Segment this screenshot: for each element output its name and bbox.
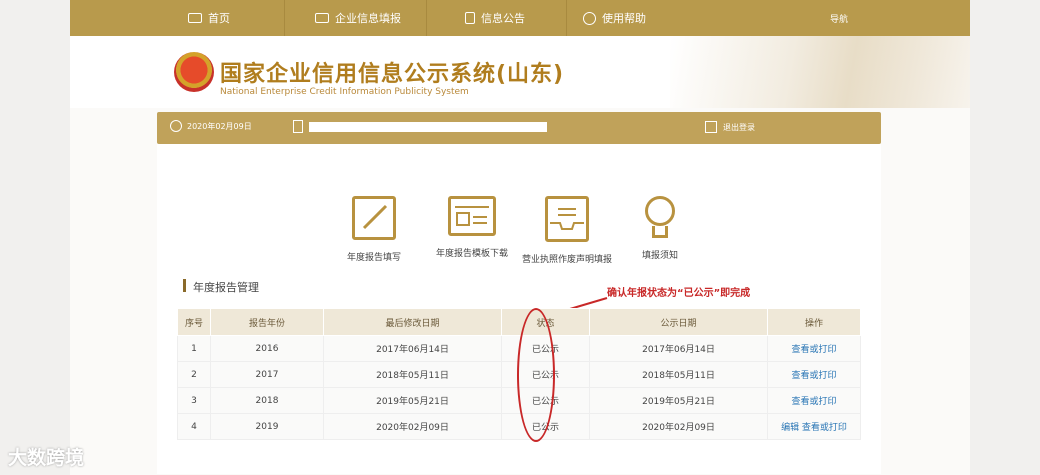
nav-enterprise-report-label: 企业信息填报 — [335, 12, 401, 25]
cell-year: 2019 — [210, 413, 324, 440]
clock-icon — [170, 120, 182, 132]
cell-modified: 2020年02月09日 — [323, 413, 502, 440]
template-icon — [448, 196, 496, 236]
tile-annual-report-fill-label: 年度报告填写 — [346, 253, 401, 263]
site-subtitle: National Enterprise Credit Information P… — [220, 87, 469, 97]
tile-filing-notice-label: 填报须知 — [641, 251, 678, 261]
section-marker — [183, 279, 186, 292]
cell-modified: 2018年05月11日 — [323, 361, 502, 388]
table-header-row: 序号 报告年份 最后修改日期 状态 公示日期 操作 — [177, 308, 861, 336]
view-print-link[interactable]: 查看或打印 — [767, 387, 861, 414]
monitor-icon — [188, 13, 202, 23]
tile-annual-report-fill[interactable]: 年度报告填写 — [319, 196, 429, 263]
cell-no: 1 — [177, 335, 211, 362]
annotation-text: 确认年报状态为“已公示”即完成 — [607, 288, 751, 299]
col-action: 操作 — [767, 308, 861, 336]
site-header: 国家企业信用信息公示系统(山东) National Enterprise Cre… — [70, 36, 970, 108]
document-icon — [465, 12, 475, 24]
logout-link[interactable]: 退出登录 — [723, 122, 755, 133]
cell-published: 2018年05月11日 — [589, 361, 768, 388]
nav-announcements-label: 信息公告 — [481, 12, 525, 25]
nav-home[interactable]: 首页 — [188, 0, 280, 36]
cell-published: 2020年02月09日 — [589, 413, 768, 440]
cell-no: 2 — [177, 361, 211, 388]
nav-help[interactable]: 使用帮助 — [566, 0, 716, 36]
table-row: 4 2019 2020年02月09日 已公示 2020年02月09日 编辑 查看… — [177, 413, 861, 440]
col-year: 报告年份 — [210, 308, 324, 336]
nav-guide-label: 导航 — [830, 14, 849, 25]
edit-view-print-link[interactable]: 编辑 查看或打印 — [767, 413, 861, 440]
user-bar: 2020年02月09日 退出登录 — [157, 112, 881, 144]
inbox-icon — [545, 196, 589, 242]
help-icon — [583, 11, 596, 25]
cell-published: 2019年05月21日 — [589, 387, 768, 414]
site-title: 国家企业信用信息公示系统(山东) — [220, 62, 565, 87]
nav-enterprise-report[interactable]: 企业信息填报 — [284, 0, 412, 36]
col-published: 公示日期 — [589, 308, 768, 336]
top-nav: 首页 企业信息填报 信息公告 使用帮助 导航 — [70, 0, 970, 36]
redacted-company-name — [309, 122, 547, 132]
col-no: 序号 — [177, 308, 211, 336]
view-print-link[interactable]: 查看或打印 — [767, 361, 861, 388]
col-modified: 最后修改日期 — [323, 308, 502, 336]
mountain-banner — [670, 36, 970, 108]
logout-icon[interactable] — [705, 121, 717, 133]
nav-announcements[interactable]: 信息公告 — [426, 0, 566, 36]
cell-published: 2017年06月14日 — [589, 335, 768, 362]
lightbulb-icon — [643, 196, 677, 242]
cell-modified: 2019年05月21日 — [323, 387, 502, 414]
section-title: 年度报告管理 — [193, 281, 259, 294]
watermark-logo: 大数跨境 — [8, 447, 85, 469]
national-emblem-icon — [174, 52, 214, 92]
nav-help-label: 使用帮助 — [602, 12, 646, 25]
nav-home-label: 首页 — [208, 12, 230, 25]
cell-no: 3 — [177, 387, 211, 414]
cell-year: 2017 — [210, 361, 324, 388]
edit-icon — [315, 13, 329, 23]
cell-no: 4 — [177, 413, 211, 440]
pencil-icon — [352, 196, 396, 240]
main-content: 年度报告填写 年度报告模板下载 营业执照作废声明填报 填报须知 年度报告管理 确… — [157, 144, 881, 474]
login-date: 2020年02月09日 — [187, 122, 252, 131]
nav-guide[interactable]: 导航 — [830, 0, 870, 36]
status-highlight-circle — [517, 308, 555, 442]
tile-filing-notice[interactable]: 填报须知 — [605, 196, 715, 261]
user-icon — [293, 120, 303, 133]
view-print-link[interactable]: 查看或打印 — [767, 335, 861, 362]
cell-modified: 2017年06月14日 — [323, 335, 502, 362]
cell-year: 2016 — [210, 335, 324, 362]
cell-year: 2018 — [210, 387, 324, 414]
